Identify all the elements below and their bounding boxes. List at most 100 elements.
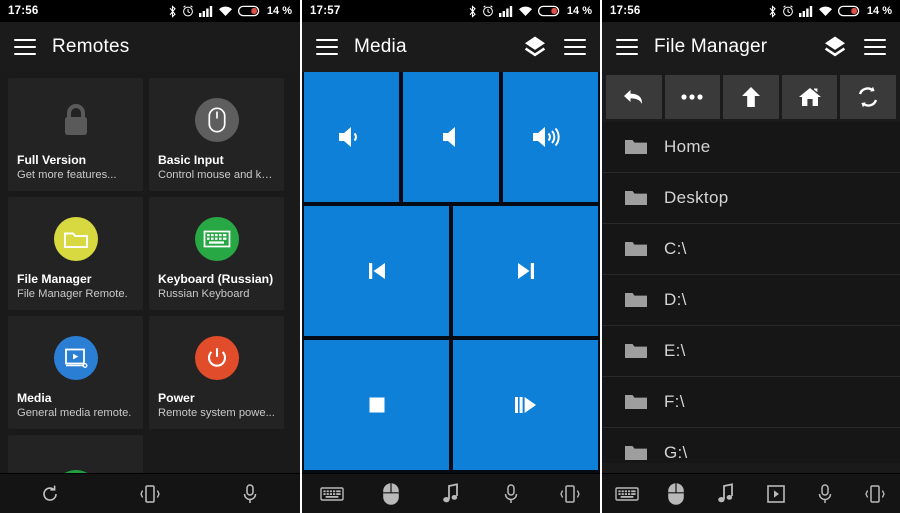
bottom-nav <box>602 473 900 513</box>
overflow-menu-icon[interactable] <box>564 39 586 55</box>
refresh-icon[interactable] <box>33 479 67 509</box>
keyboard-icon[interactable] <box>315 479 349 509</box>
battery-icon <box>837 5 860 17</box>
file-list-item[interactable]: G:\ <box>602 428 900 463</box>
page-title: Remotes <box>52 36 130 57</box>
layers-icon[interactable] <box>822 34 848 60</box>
tile-icon-circle <box>54 216 98 261</box>
tile-icon-circle <box>195 97 239 142</box>
tile-subtitle: Control mouse and ke... <box>158 169 276 181</box>
layers-icon[interactable] <box>522 34 548 60</box>
microphone-icon[interactable] <box>494 479 528 509</box>
file-list-item[interactable]: F:\ <box>602 377 900 428</box>
up-arrow-button[interactable] <box>723 75 779 119</box>
bluetooth-icon <box>169 4 176 18</box>
mute-icon <box>442 127 455 147</box>
wifi-icon <box>818 6 832 16</box>
power-icon <box>207 347 227 367</box>
home-button[interactable] <box>781 75 838 119</box>
media-row-track <box>304 206 598 336</box>
tile-keyboard-russian[interactable]: Keyboard (Russian) Russian Keyboard <box>149 197 284 310</box>
app-bar: Remotes <box>0 22 300 72</box>
back-arrow-button[interactable] <box>606 75 662 119</box>
page-title: Media <box>354 36 407 57</box>
ellipsis-button[interactable] <box>664 75 721 119</box>
overflow-menu-icon[interactable] <box>864 39 886 55</box>
hamburger-menu-icon[interactable] <box>316 39 338 55</box>
tile-media[interactable]: Media General media remote. <box>8 316 143 429</box>
file-list-item[interactable]: Home <box>602 122 900 173</box>
volume-up-button[interactable] <box>502 72 598 202</box>
microphone-icon[interactable] <box>808 479 842 509</box>
file-list-item[interactable]: Desktop <box>602 173 900 224</box>
vibrate-phone-icon[interactable] <box>858 479 892 509</box>
hamburger-menu-icon[interactable] <box>616 39 638 55</box>
tile-title: Basic Input <box>158 153 224 167</box>
hamburger-menu-icon[interactable] <box>14 39 36 55</box>
file-list-item[interactable]: E:\ <box>602 326 900 377</box>
vibrate-phone-icon[interactable] <box>133 479 167 509</box>
battery-icon <box>237 5 260 17</box>
status-bar: 17:57 14 % <box>302 0 600 22</box>
music-note-icon[interactable] <box>434 479 468 509</box>
phone-screen-media: 17:57 14 % Media <box>302 0 600 513</box>
next-track-icon <box>517 263 534 279</box>
keyboard-icon[interactable] <box>610 479 644 509</box>
file-name: F:\ <box>664 392 685 411</box>
music-note-icon[interactable] <box>709 479 743 509</box>
next-track-button[interactable] <box>453 206 598 336</box>
wifi-icon <box>518 6 532 16</box>
tile-full-version[interactable]: Full Version Get more features... <box>8 78 143 191</box>
media-button-grid <box>302 72 600 473</box>
status-time: 17:56 <box>8 5 39 17</box>
microphone-icon[interactable] <box>233 479 267 509</box>
tile-file-manager[interactable]: File Manager File Manager Remote. <box>8 197 143 310</box>
previous-track-button[interactable] <box>304 206 449 336</box>
bottom-nav <box>0 473 300 513</box>
folder-icon <box>625 446 647 460</box>
mute-button[interactable] <box>403 72 499 202</box>
folder-icon <box>625 395 647 409</box>
phone-screen-file-manager: 17:56 14 % File Manager Home Desktop C:\… <box>602 0 900 513</box>
three-phone-screenshots: 17:56 14 % Remotes Full Version Get more… <box>0 0 900 513</box>
volume-up-icon <box>533 127 560 147</box>
file-list-item[interactable]: C:\ <box>602 224 900 275</box>
signal-icon <box>498 6 513 17</box>
vibrate-phone-icon[interactable] <box>553 479 587 509</box>
tile-title: Full Version <box>17 153 87 167</box>
status-time: 17:57 <box>310 5 341 17</box>
tile-title: Media <box>17 391 52 405</box>
remote-tiles-grid: Full Version Get more features... Basic … <box>0 72 300 513</box>
battery-percent: 14 % <box>866 5 892 17</box>
bluetooth-icon <box>769 4 776 18</box>
file-list-item[interactable]: D:\ <box>602 275 900 326</box>
back-arrow-icon <box>623 90 642 104</box>
stop-button[interactable] <box>304 340 449 470</box>
status-icons: 14 % <box>168 4 292 18</box>
file-manager-toolbar <box>602 72 900 122</box>
play-pause-icon <box>514 397 536 413</box>
tile-basic-input[interactable]: Basic Input Control mouse and ke... <box>149 78 284 191</box>
status-time: 17:56 <box>610 5 641 17</box>
wifi-icon <box>218 6 232 16</box>
tile-power[interactable]: Power Remote system powe... <box>149 316 284 429</box>
tile-icon-area <box>17 86 135 153</box>
file-list: Home Desktop C:\ D:\ E:\ F:\ G:\ <box>602 122 900 463</box>
keyboard-icon <box>203 230 231 247</box>
tile-icon-area <box>158 86 276 153</box>
status-icons: 14 % <box>768 4 892 18</box>
media-play-icon[interactable] <box>759 479 793 509</box>
play-pause-button[interactable] <box>453 340 598 470</box>
phone-screen-remotes: 17:56 14 % Remotes Full Version Get more… <box>0 0 300 513</box>
refresh-button[interactable] <box>840 75 896 119</box>
file-name: E:\ <box>664 341 686 360</box>
volume-down-button[interactable] <box>304 72 400 202</box>
media-play-icon <box>65 348 88 368</box>
tile-title: File Manager <box>17 272 92 286</box>
folder-icon <box>625 344 647 358</box>
mouse-icon[interactable] <box>659 479 693 509</box>
mouse-icon[interactable] <box>374 479 408 509</box>
media-row-transport <box>304 340 598 470</box>
tile-subtitle: File Manager Remote. <box>17 288 128 300</box>
page-title: File Manager <box>654 36 768 57</box>
